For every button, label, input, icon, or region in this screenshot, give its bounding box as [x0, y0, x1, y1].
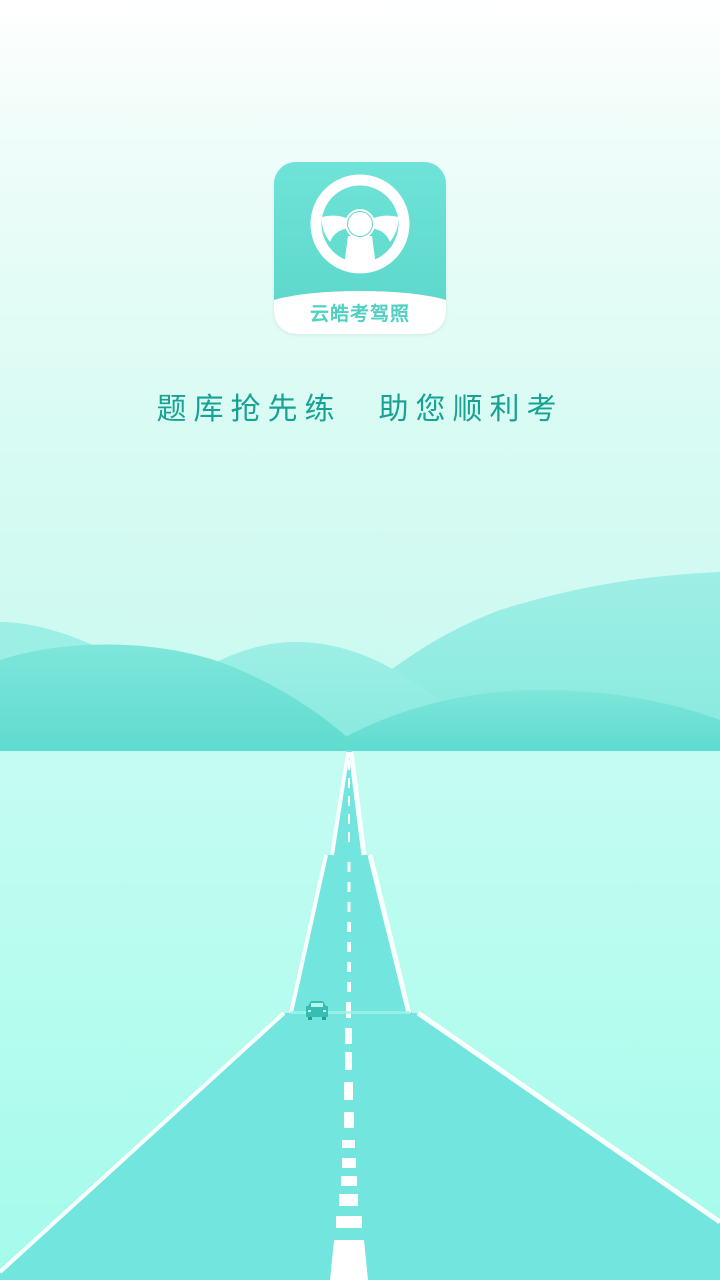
slogan-text: 题库抢先练 助您顺利考 — [156, 392, 564, 427]
splash-screen: 云皓考驾照 题库抢先练 助您顺利考 — [0, 0, 720, 1280]
app-icon-label: 云皓考驾照 — [309, 303, 410, 325]
app-icon: 云皓考驾照 — [274, 162, 446, 334]
